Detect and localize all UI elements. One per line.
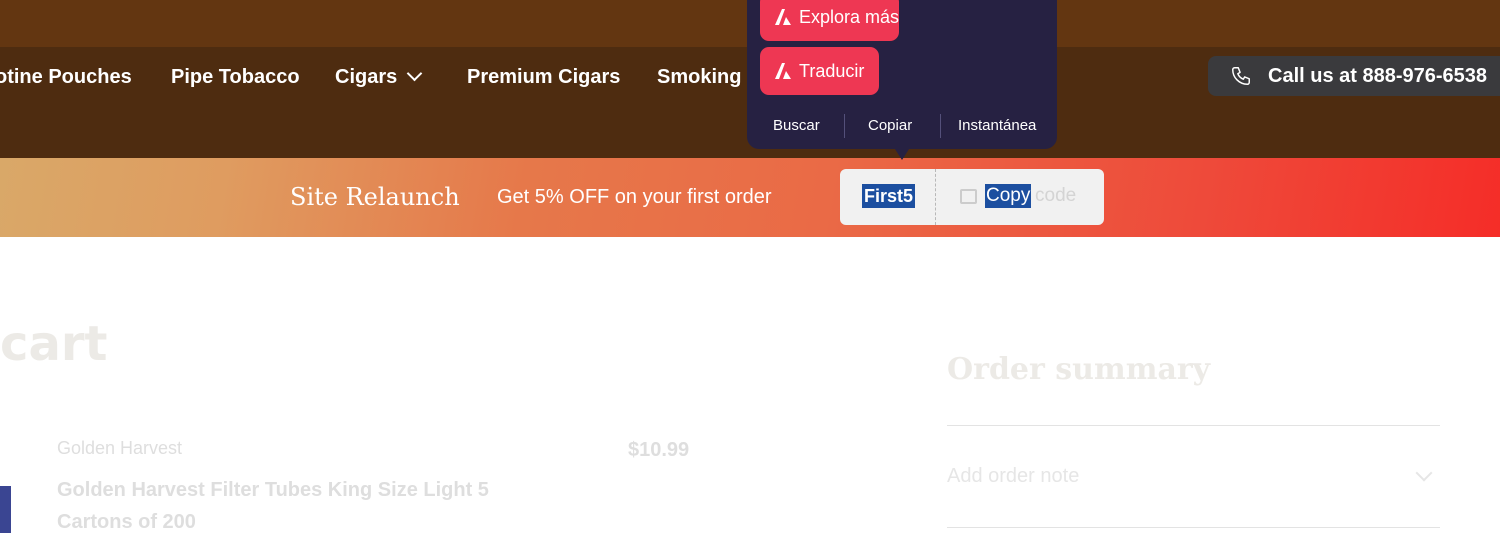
nav-item-cigars[interactable]: Cigars	[335, 63, 423, 91]
copy-code-button[interactable]: code	[1035, 184, 1076, 208]
order-summary-title: Order summary	[947, 352, 1211, 387]
promo-title: Site Relaunch	[290, 183, 460, 211]
ai-logo-icon	[775, 9, 791, 25]
code-divider	[935, 169, 936, 225]
popup-separator	[940, 114, 941, 138]
product-price: $10.99	[628, 439, 690, 461]
popup-copy-link[interactable]: Copiar	[868, 114, 912, 138]
explore-more-button[interactable]: Explora más	[760, 0, 900, 41]
promo-text: Get 5% OFF on your first order	[497, 186, 772, 208]
product-image[interactable]	[0, 486, 11, 533]
explore-more-label: Explora más	[799, 7, 900, 27]
chevron-down-icon[interactable]	[1415, 464, 1433, 482]
chevron-down-icon	[406, 65, 423, 82]
copy-code-button-selected[interactable]: Copy	[985, 184, 1032, 208]
add-order-note-toggle[interactable]: Add order note	[947, 463, 1079, 489]
nav-item-nicotine-pouches[interactable]: otine Pouches	[0, 63, 132, 91]
nav-item-cigars-label: Cigars	[335, 66, 398, 88]
popup-separator	[844, 114, 845, 138]
popup-pointer	[893, 146, 911, 160]
cart-title: cart	[0, 316, 108, 372]
call-us-label: Call us at 888-976-6538	[1268, 65, 1488, 87]
product-title-link[interactable]: Golden Harvest Filter Tubes King Size Li…	[57, 474, 537, 533]
copy-icon[interactable]	[960, 189, 977, 204]
discount-code[interactable]: First5	[862, 184, 916, 208]
translate-button[interactable]: Traducir	[760, 47, 879, 95]
nav-item-pipe-tobacco[interactable]: Pipe Tobacco	[171, 63, 300, 91]
summary-divider	[947, 527, 1440, 528]
product-vendor: Golden Harvest	[57, 438, 183, 458]
phone-icon	[1232, 67, 1250, 85]
nav-item-smoking[interactable]: Smoking	[657, 63, 741, 91]
call-us-button[interactable]: Call us at 888-976-6538	[1208, 56, 1500, 96]
popup-search-link[interactable]: Buscar	[773, 114, 820, 138]
summary-divider	[947, 425, 1440, 426]
translate-label: Traducir	[799, 61, 865, 81]
popup-snapshot-link[interactable]: Instantánea	[958, 114, 1036, 138]
ai-logo-icon	[775, 63, 791, 79]
nav-item-premium-cigars[interactable]: Premium Cigars	[467, 63, 620, 91]
